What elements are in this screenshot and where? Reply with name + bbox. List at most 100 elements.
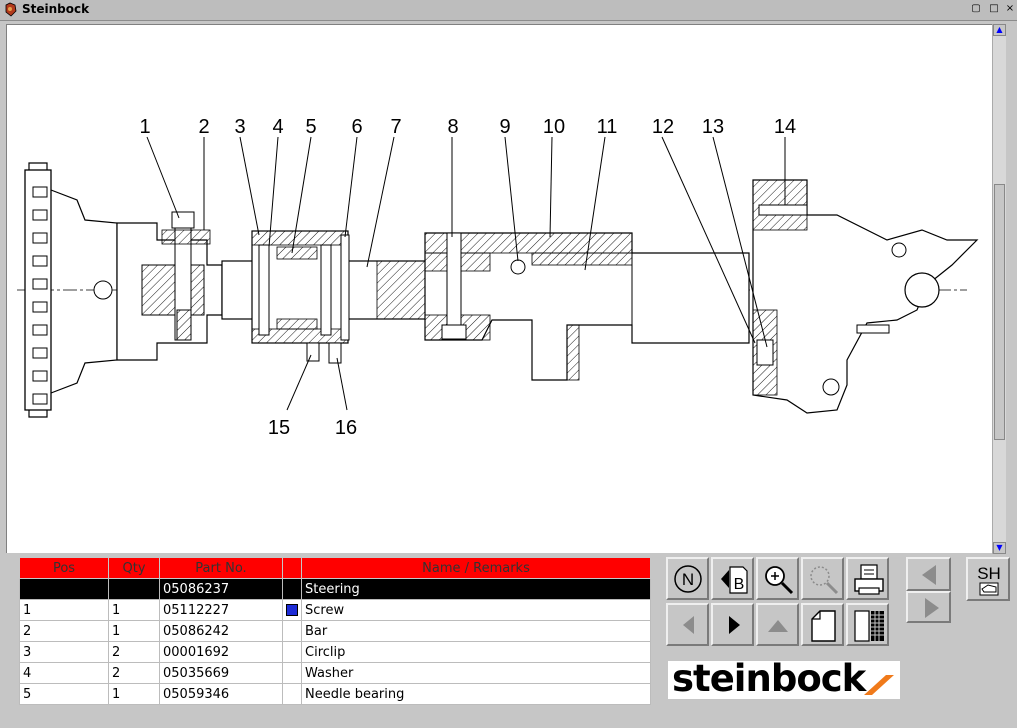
cell-marker	[282, 662, 302, 684]
bracket-shape	[752, 179, 979, 414]
cell-qty: 1	[108, 599, 160, 621]
cell-name: Bar	[301, 620, 651, 642]
window-title: Steinbock	[22, 2, 90, 16]
callout-14[interactable]: 14	[774, 116, 796, 138]
cell-marker	[282, 641, 302, 663]
callout-1[interactable]: 1	[139, 116, 150, 138]
blank-page-icon	[811, 610, 836, 642]
table-row[interactable]: 05086237 Steering	[19, 578, 651, 600]
zoom-button[interactable]	[756, 557, 799, 600]
cell-pos	[19, 578, 109, 600]
vertical-scrollbar[interactable]: ▲ ▼	[992, 24, 1006, 554]
cell-pos: 3	[19, 641, 109, 663]
cell-partno: 05059346	[159, 683, 283, 705]
cell-partno: 00001692	[159, 641, 283, 663]
title-bar: Steinbock ▢ □ ×	[0, 0, 1017, 21]
cell-qty: 2	[108, 641, 160, 663]
cell-marker	[282, 599, 302, 621]
arrow-left-disabled-icon	[922, 565, 936, 585]
table-row[interactable]: 3 2 00001692 Circlip	[19, 641, 651, 663]
app-icon	[3, 2, 18, 17]
callout-6[interactable]: 6	[351, 116, 362, 138]
print-button[interactable]	[846, 557, 889, 600]
page-button[interactable]	[801, 603, 844, 646]
callout-12[interactable]: 12	[652, 116, 674, 138]
table-row[interactable]: 2 1 05086242 Bar	[19, 620, 651, 642]
callout-5[interactable]: 5	[305, 116, 316, 138]
table-row[interactable]: 1 1 05112227 Screw	[19, 599, 651, 621]
scroll-down-arrow-icon[interactable]: ▼	[993, 542, 1006, 554]
arrow-right-disabled-icon	[925, 598, 939, 618]
arrow-up-disabled-icon	[768, 620, 788, 632]
cell-qty	[108, 578, 160, 600]
cell-pos: 1	[19, 599, 109, 621]
previous-item-button[interactable]	[666, 603, 709, 646]
scroll-thumb[interactable]	[994, 184, 1005, 440]
cell-name: Screw	[301, 599, 651, 621]
parts-table: Pos Qty Part No. Name / Remarks 05086237…	[19, 557, 651, 705]
printer-icon	[854, 564, 884, 595]
callout-15[interactable]: 15	[268, 417, 290, 439]
hub-shape	[116, 211, 223, 361]
cell-qty: 2	[108, 662, 160, 684]
table-row[interactable]: 4 2 05035669 Washer	[19, 662, 651, 684]
magnifier-icon	[765, 566, 794, 595]
n-button[interactable]: N	[666, 557, 709, 600]
steering-assembly-drawing: 1 2 3 4 5 6 7 8 9 10 11 12 13 14 15 16	[17, 116, 979, 439]
back-to-b-button[interactable]: B	[711, 557, 754, 600]
close-button[interactable]: ×	[1004, 3, 1016, 15]
cell-name: Steering	[301, 578, 651, 600]
col-name-header[interactable]: Name / Remarks	[301, 557, 651, 579]
blue-square-marker-icon	[286, 604, 298, 616]
minimize-button[interactable]: ▢	[970, 3, 982, 15]
zoom-disabled-button[interactable]	[801, 557, 844, 600]
callout-16[interactable]: 16	[335, 417, 357, 439]
callout-8[interactable]: 8	[447, 116, 458, 138]
cell-partno: 05112227	[159, 599, 283, 621]
b-label: B	[734, 576, 745, 593]
exploded-drawing[interactable]: 1 2 3 4 5 6 7 8 9 10 11 12 13 14 15 16	[6, 24, 993, 553]
next-page-button[interactable]	[906, 591, 951, 623]
sh-label: SH	[977, 564, 1001, 583]
logo-slash-icon	[864, 675, 894, 695]
cell-marker	[282, 683, 302, 705]
up-level-button[interactable]	[756, 603, 799, 646]
callout-10[interactable]: 10	[543, 116, 565, 138]
n-label: N	[682, 570, 694, 589]
bearing-housing-shape	[251, 230, 350, 364]
arrow-left-disabled-icon	[683, 616, 694, 634]
cell-pos: 5	[19, 683, 109, 705]
page-b-icon: B	[721, 566, 748, 594]
col-pos-header[interactable]: Pos	[19, 557, 109, 579]
sh-hand-icon: SH	[977, 564, 1001, 596]
table-header: Pos Qty Part No. Name / Remarks	[19, 557, 651, 579]
cell-name: Circlip	[301, 641, 651, 663]
page-list-icon	[854, 610, 884, 642]
cell-partno: 05035669	[159, 662, 283, 684]
callout-13[interactable]: 13	[702, 116, 724, 138]
callout-9[interactable]: 9	[499, 116, 510, 138]
callout-3[interactable]: 3	[234, 116, 245, 138]
cell-pos: 4	[19, 662, 109, 684]
page-list-button[interactable]	[846, 603, 889, 646]
cell-marker	[282, 620, 302, 642]
cell-name: Washer	[301, 662, 651, 684]
col-partno-header[interactable]: Part No.	[159, 557, 283, 579]
table-row[interactable]: 5 1 05059346 Needle bearing	[19, 683, 651, 705]
arrow-right-icon	[729, 616, 740, 634]
cell-partno: 05086237	[159, 578, 283, 600]
col-qty-header[interactable]: Qty	[108, 557, 160, 579]
cell-qty: 1	[108, 683, 160, 705]
callout-11[interactable]: 11	[597, 116, 618, 138]
maximize-button[interactable]: □	[988, 3, 1000, 15]
next-item-button[interactable]	[711, 603, 754, 646]
magnifier-disabled-icon	[810, 566, 839, 595]
steinbock-logo: steinbock	[668, 657, 900, 700]
callout-7[interactable]: 7	[390, 116, 401, 138]
callout-2[interactable]: 2	[198, 116, 209, 138]
callout-4[interactable]: 4	[272, 116, 283, 138]
sh-button[interactable]: SH	[966, 557, 1010, 601]
previous-page-button[interactable]	[906, 557, 951, 591]
cell-marker	[282, 578, 302, 600]
scroll-up-arrow-icon[interactable]: ▲	[993, 24, 1006, 36]
